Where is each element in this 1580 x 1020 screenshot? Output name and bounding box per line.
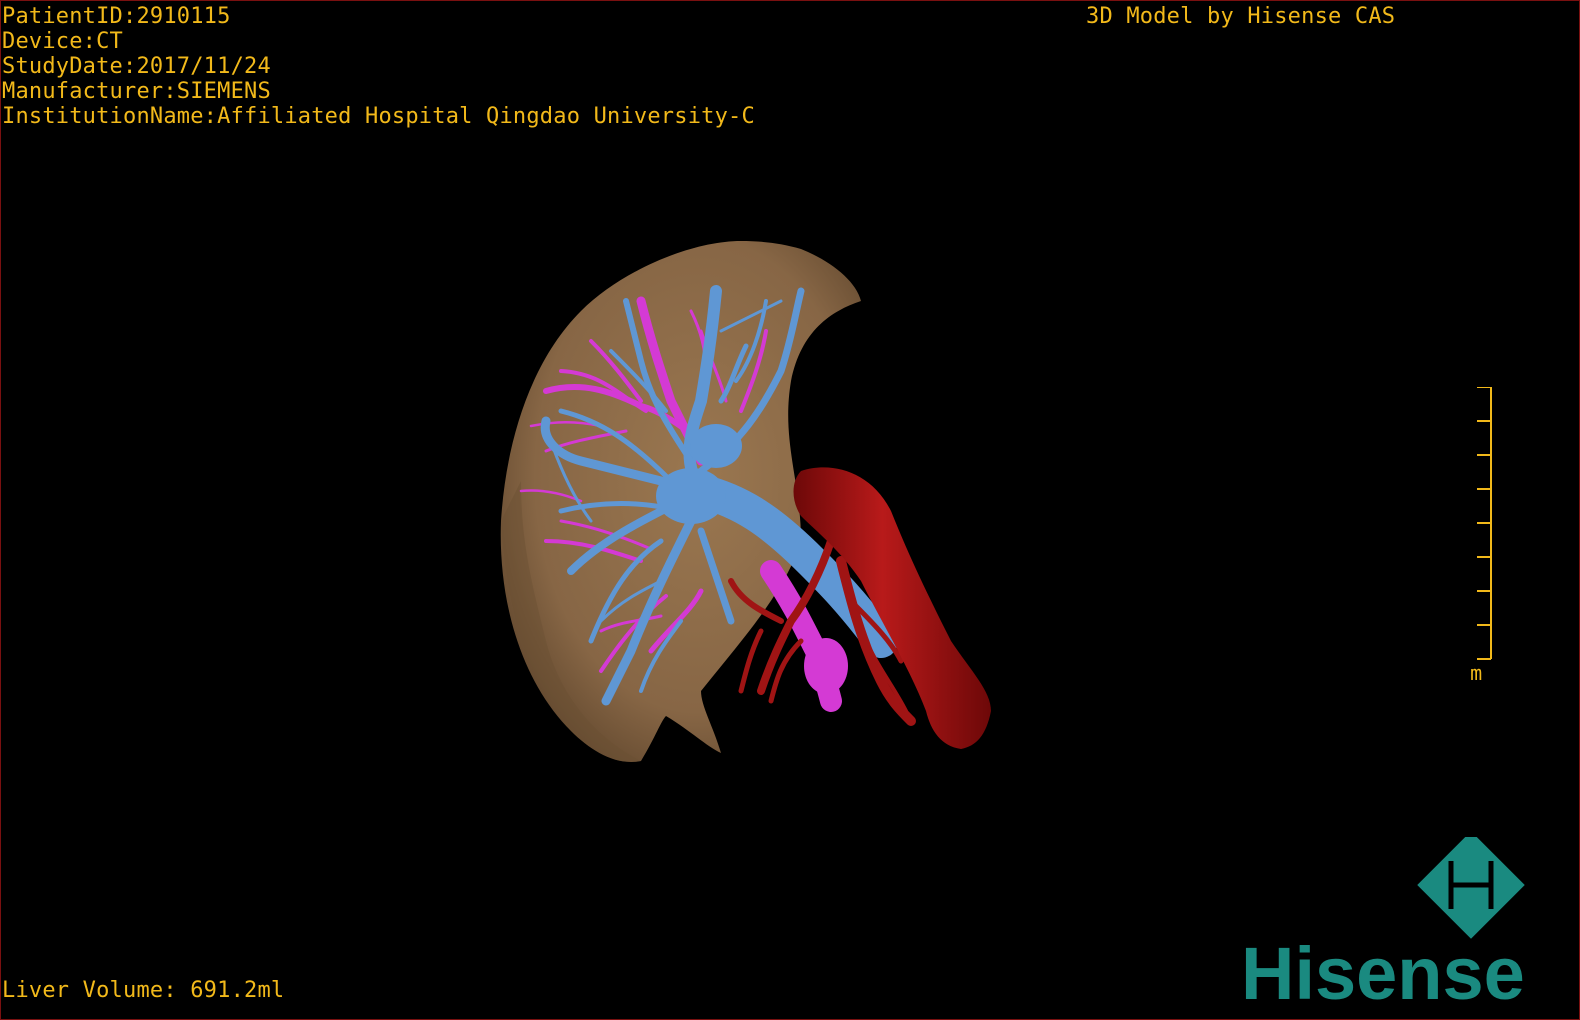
3d-viewport[interactable]: PatientID:2910115 Device:CT StudyDate:20… <box>0 0 1580 1020</box>
model-title: 3D Model by Hisense CAS <box>1086 4 1396 29</box>
logo-mark-icon <box>1417 837 1525 939</box>
patient-id: PatientID:2910115 <box>2 4 231 29</box>
hepatic-vein-root <box>804 638 848 694</box>
scale-bar: 1cm <box>1471 387 1492 685</box>
institution-name: InstitutionName:Affiliated Hospital Qing… <box>2 104 755 129</box>
brand-name: Hisense <box>1241 932 1525 1015</box>
portal-trunk <box>656 468 726 524</box>
liver-volume: Liver Volume: 691.2ml <box>2 978 285 1003</box>
manufacturer: Manufacturer:SIEMENS <box>2 79 271 104</box>
portal-bifurcation <box>690 424 742 468</box>
scale-label: 1cm <box>1471 661 1482 685</box>
device: Device:CT <box>2 29 124 54</box>
hisense-logo-icon: Hisense <box>1241 837 1525 1015</box>
dicom-info: PatientID:2910115 Device:CT StudyDate:20… <box>2 4 755 129</box>
study-date: StudyDate:2017/11/24 <box>2 54 271 79</box>
